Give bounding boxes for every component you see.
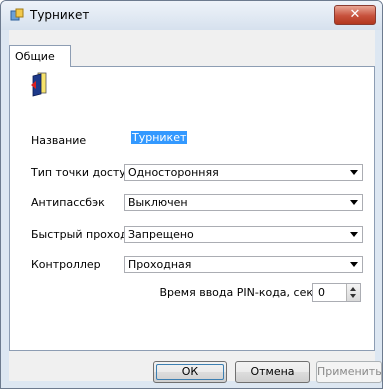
name-input-value: Турникет [131,131,188,144]
focus-rect [156,364,224,380]
controller-select[interactable]: Проходная [124,256,363,273]
chevron-down-icon [350,170,358,175]
close-icon: ✕ [349,7,361,22]
pin-time-value: 0 [318,286,325,299]
close-button[interactable]: ✕ [334,5,376,25]
access-type-select[interactable]: Односторонняя [124,164,363,181]
access-type-value: Односторонняя [128,166,219,179]
antipassback-select[interactable]: Выключен [124,194,363,211]
spin-up-icon[interactable] [350,287,356,291]
title-bar[interactable]: Турникет ✕ [1,1,382,30]
door-icon [31,72,47,97]
chevron-down-icon [350,232,358,237]
antipassback-value: Выключен [128,196,188,209]
tab-general[interactable]: Общие [9,45,71,67]
antipassback-label: Антипассбэк [31,196,105,209]
ok-button[interactable]: ОК [153,361,227,383]
controller-value: Проходная [128,258,192,271]
pin-time-spinner[interactable]: 0 [312,283,361,302]
quick-pass-value: Запрещено [128,228,194,241]
window-title: Турникет [30,8,90,22]
apply-button[interactable]: Применить [316,361,382,383]
app-icon [10,8,24,21]
dialog-body: Общие Название Турникет Тип точки доступ… [9,30,382,383]
controller-label: Контроллер [31,258,101,271]
pin-time-label: Время ввода PIN-кода, сек [159,286,314,299]
quick-pass-select[interactable]: Запрещено [124,226,363,243]
chevron-down-icon [350,262,358,267]
name-label: Название [31,134,87,147]
spin-down-icon[interactable] [350,294,356,298]
chevron-down-icon [350,200,358,205]
dialog-window: Турникет ✕ Общие Название Турникет Тип т… [0,0,383,389]
name-input[interactable]: Турникет [126,129,363,146]
spinner-buttons[interactable] [346,284,360,301]
quick-pass-label: Быстрый проход [31,228,128,241]
cancel-button[interactable]: Отмена [235,361,310,383]
